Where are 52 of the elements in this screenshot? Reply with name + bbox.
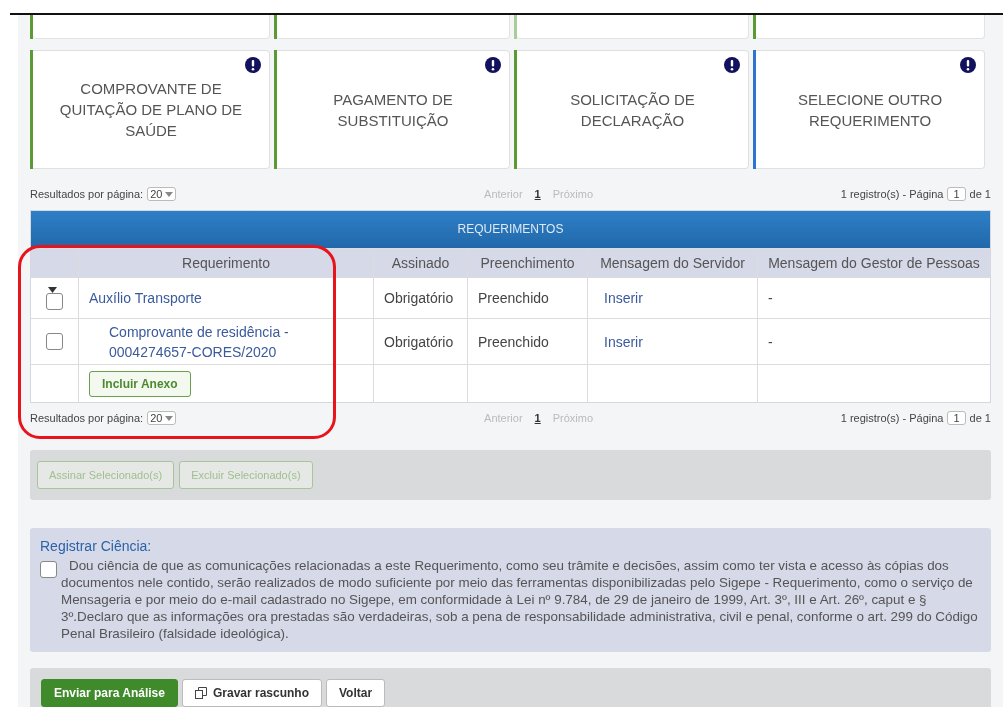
page-link[interactable]: 1 (534, 412, 541, 424)
request-card[interactable]: PAGAMENTO DE SUBSTITUIÇÃO (277, 50, 510, 169)
caret-icon (165, 415, 174, 421)
table-cell: - (768, 290, 773, 306)
results-per-page-label: Resultados por página: (30, 412, 144, 424)
attach-button[interactable]: Incluir Anexo (89, 370, 191, 397)
card-title: COMPROVANTE DE QUITAÇÃO DE PLANO DE SAÚDE (58, 79, 244, 141)
save-draft-button[interactable]: Gravar rascunho (181, 679, 322, 707)
exclamation-icon (724, 57, 740, 73)
page-total: de 1 (969, 412, 991, 424)
table-cell: Obrigatório (384, 290, 454, 306)
page-input[interactable]: 1 (947, 187, 966, 201)
back-button[interactable]: Voltar (326, 679, 386, 707)
submit-button[interactable]: Enviar para Análise (41, 679, 178, 707)
request-card[interactable]: SELECIONE OUTRO REQUERIMENTO (756, 50, 985, 169)
exclamation-icon (485, 57, 501, 73)
card-title: PAGAMENTO DE SUBSTITUIÇÃO (332, 89, 454, 131)
table-cell: - (768, 333, 773, 350)
column-header: Assinado (391, 255, 450, 271)
records-summary: 1 registro(s) - Página (840, 412, 944, 424)
caret-icon (165, 191, 174, 197)
column-header: Requerimento (182, 255, 270, 271)
column-header: Preenchimento (480, 255, 575, 271)
column-header: Mensagem do Gestor de Pessoas (768, 255, 980, 271)
per-page-select[interactable]: 20 (147, 187, 177, 201)
table-cell: Preenchido (478, 290, 549, 306)
request-link[interactable]: Auxílio Transporte (89, 288, 202, 308)
table-title: REQUERIMENTOS (31, 211, 990, 248)
card-title: SOLICITAÇÃO DE DECLARAÇÃO (569, 89, 696, 131)
results-per-page-label: Resultados por página: (30, 188, 144, 200)
exclamation-icon (960, 57, 976, 73)
panel-title: Registrar Ciência: (40, 538, 153, 554)
exclamation-icon (245, 57, 261, 73)
per-page-select[interactable]: 20 (147, 411, 177, 425)
checkbox[interactable] (46, 292, 63, 310)
table-cell: Preenchido (478, 333, 549, 350)
checkbox[interactable] (46, 333, 63, 350)
declaration-text: Dou ciência de que as comunicações relacionadas a este Requerimento, como seu trâmite e decisões, assim como ter vista e acesso às cópias dos documentos nele contido, serão realizados de modo suficiente por meio das ferramentas disponibilizadas pelo Sigepe - Requerimento, como o serviço de Mensageria e por meio do e-mail cadastrado no Sigepe, em conformidade à Lei nº 9.784, de 29 de janeiro de 1999, Art. 3º, III e Art. 26º, caput e § 3º.Declaro que as informações ora prestadas são verdadeiras, sob a pena de responsabilidade administrativa, civil e penal, conforme o art. 299 do Código Penal Brasileiro (falsidade ideológica). (61, 557, 979, 642)
request-card[interactable]: SOLICITAÇÃO DE DECLARAÇÃO (517, 50, 749, 169)
request-card[interactable]: COMPROVANTE DE QUITAÇÃO DE PLANO DE SAÚDE (33, 50, 270, 169)
insert-link[interactable]: Inserir (604, 331, 643, 352)
copy-icon (194, 687, 207, 699)
request-link[interactable]: Comprovante de residência - 0004274657-CORES/2020 (89, 321, 363, 362)
checkbox[interactable] (40, 561, 57, 578)
column-header: Mensagem do Servidor (600, 255, 745, 271)
page-total: de 1 (969, 188, 991, 200)
page-link[interactable]: 1 (534, 188, 541, 200)
records-summary: 1 registro(s) - Página (840, 188, 944, 200)
table-cell: Obrigatório (384, 333, 454, 350)
card-title: SELECIONE OUTRO REQUERIMENTO (796, 89, 944, 131)
page-input[interactable]: 1 (947, 411, 966, 425)
insert-link[interactable]: Inserir (604, 288, 643, 308)
